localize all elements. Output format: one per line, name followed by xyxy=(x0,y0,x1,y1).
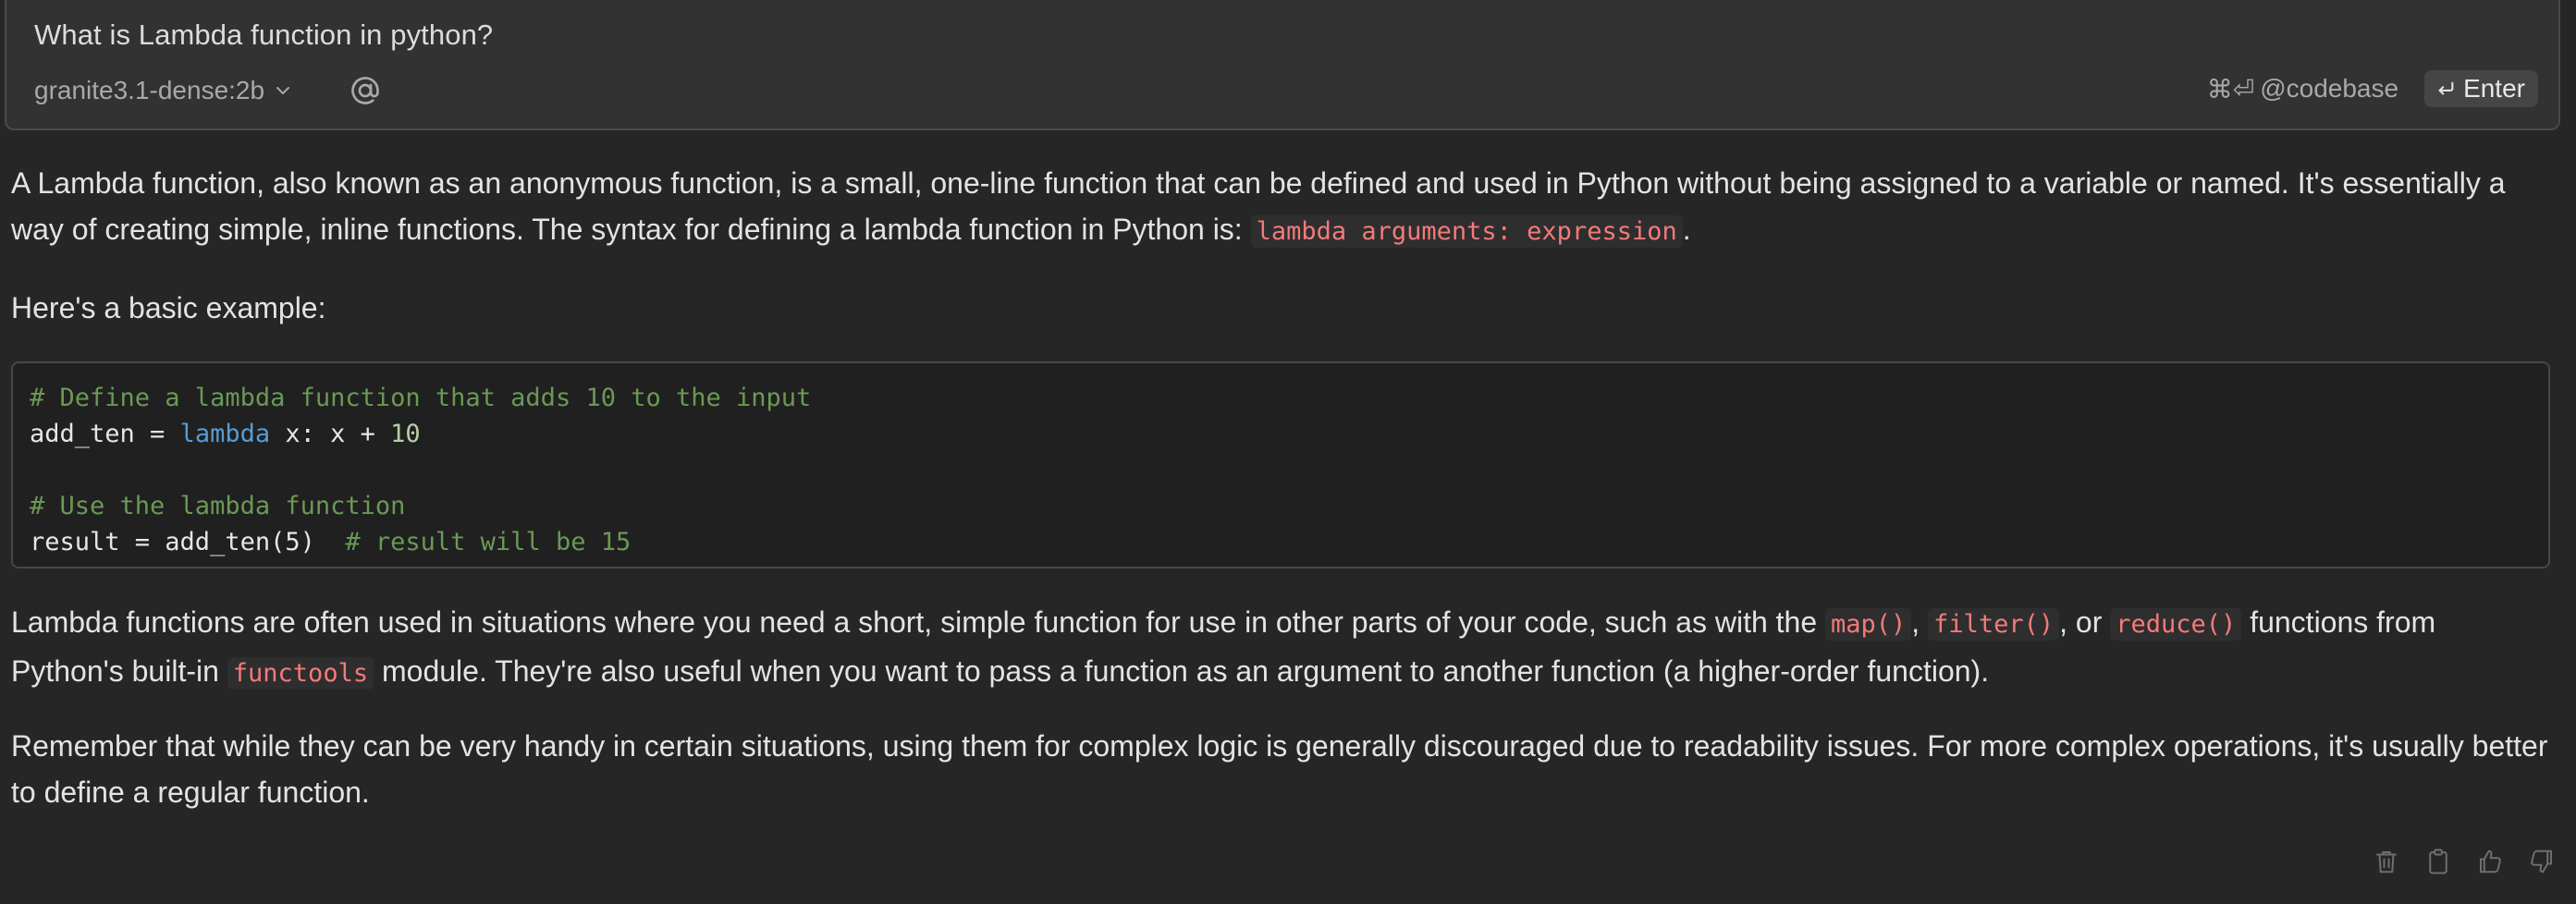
inline-code-map: map() xyxy=(1825,608,1912,641)
code-line-4: # Use the lambda function xyxy=(30,492,406,520)
paragraph-text: Lambda functions are often used in situa… xyxy=(11,605,1826,639)
code-line-1: # Define a lambda function that adds 10 … xyxy=(30,384,812,412)
paragraph-text: , xyxy=(1911,605,1929,639)
response-paragraph-2: Here's a basic example: xyxy=(11,291,326,324)
response-paragraph-3: Lambda functions are often used in situa… xyxy=(11,599,2554,697)
codebase-button[interactable]: ⌘⏎ @codebase xyxy=(2207,74,2398,104)
trash-icon[interactable] xyxy=(2373,848,2400,875)
paragraph-text: . xyxy=(1682,213,1691,246)
code-keyword: lambda xyxy=(179,420,271,448)
code-token: x: x + xyxy=(270,420,391,448)
code-line-2: add_ten = lambda x: x + 10 xyxy=(30,416,2532,452)
code-token: result = add_ten(5) xyxy=(30,528,346,556)
inline-code-filter: filter() xyxy=(1928,608,2060,641)
at-mention-icon[interactable] xyxy=(349,74,382,107)
model-name: granite3.1-dense:2b xyxy=(34,76,265,104)
thumbs-down-icon[interactable] xyxy=(2528,848,2556,875)
enter-label: Enter xyxy=(2463,74,2525,103)
code-line-5: result = add_ten(5) # result will be 15 xyxy=(30,524,2532,560)
enter-button[interactable]: Enter xyxy=(2424,70,2538,107)
code-number: 10 xyxy=(390,420,421,448)
input-right-controls: ⌘⏎ @codebase Enter xyxy=(2207,70,2538,107)
inline-code-reduce: reduce() xyxy=(2110,608,2242,641)
code-comment: # result will be 15 xyxy=(345,528,632,556)
response-paragraph-4: Remember that while they can be very han… xyxy=(11,729,2548,809)
return-icon xyxy=(2438,81,2454,95)
codebase-shortcut: ⌘⏎ xyxy=(2206,74,2255,104)
chat-page: What is Lambda function in python? grani… xyxy=(0,0,2576,904)
inline-code: lambda arguments: expression xyxy=(1250,215,1683,248)
response-paragraph-1: A Lambda function, also known as an anon… xyxy=(11,160,2554,255)
code-block[interactable]: # Define a lambda function that adds 10 … xyxy=(11,361,2550,568)
chevron-down-icon xyxy=(276,87,290,94)
paragraph-text: , or xyxy=(2059,605,2111,639)
model-selector[interactable]: granite3.1-dense:2b xyxy=(34,76,294,105)
inline-code-functools: functools xyxy=(227,657,374,690)
clipboard-icon[interactable] xyxy=(2424,848,2452,875)
codebase-label: @codebase xyxy=(2260,74,2399,103)
thumbs-up-icon[interactable] xyxy=(2476,848,2504,875)
code-token: add_ten = xyxy=(30,420,180,448)
chat-input-box[interactable]: What is Lambda function in python? grani… xyxy=(5,0,2560,130)
paragraph-text: module. They're also useful when you wan… xyxy=(374,654,1990,688)
question-text[interactable]: What is Lambda function in python? xyxy=(34,18,493,52)
response-actions xyxy=(2373,848,2556,875)
